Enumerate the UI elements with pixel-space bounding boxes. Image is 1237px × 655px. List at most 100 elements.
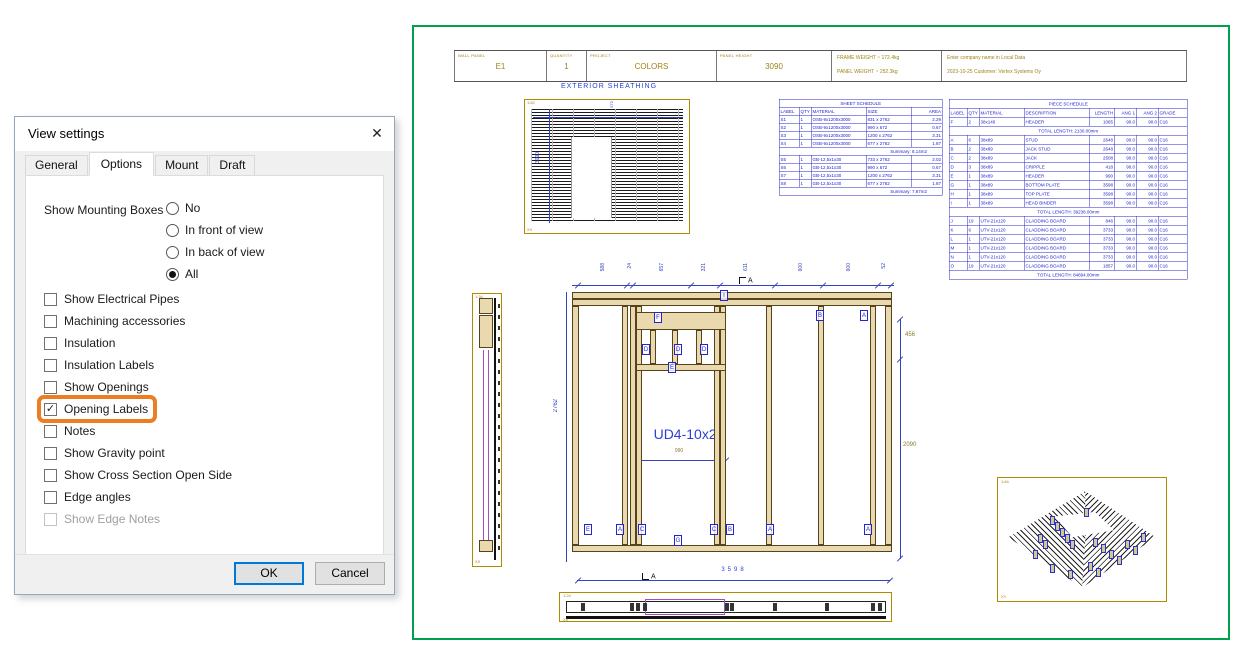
view-scale-label: 1:34: [475, 295, 483, 299]
mounting-boxes-radio-group: NoIn front of viewIn back of view All: [166, 197, 264, 285]
sheet-schedule-table: SHEET SCHEDULELABELQTYMATERIALSIZEAREAS1…: [779, 99, 943, 196]
table-cell: 19: [967, 216, 979, 225]
field-value: COLORS: [587, 62, 716, 71]
tab-options[interactable]: Options: [89, 152, 154, 176]
table-cell: HEAD BINDER: [1024, 198, 1089, 207]
table-cell: MATERIAL: [979, 108, 1024, 117]
table-row: S31OSB-9x1200x30001200 x 27623.31: [779, 131, 942, 139]
dim-line: [533, 117, 683, 118]
table-cell: 1200 x 2762: [866, 171, 911, 179]
table-cell: GB-12,5x1x30: [811, 163, 866, 171]
table-cell: 2508: [1089, 153, 1114, 162]
table-cell: S7: [779, 171, 799, 179]
table-cell: 90.0: [1114, 225, 1136, 234]
table-cell: 90.0: [1136, 117, 1158, 126]
checkbox-box[interactable]: [44, 315, 57, 328]
table-cell: 990 x 672: [866, 123, 911, 131]
checkbox-show-gravity-point[interactable]: Show Gravity point: [44, 442, 165, 464]
checkbox-box[interactable]: ✓: [44, 403, 57, 416]
title-block-cell: QUANTITY 1: [547, 51, 587, 81]
drawing-viewport[interactable]: WALL PANEL E1 QUANTITY 1 PROJECT COLORS …: [412, 25, 1230, 640]
date-customer-line: 2023-10-25 Customer: Vertex Systems Oy: [947, 69, 1041, 75]
checkbox-label: Show Openings: [64, 380, 149, 394]
tab-draft[interactable]: Draft: [209, 155, 255, 175]
table-cell: 90.0: [1114, 153, 1136, 162]
checkbox-box[interactable]: [44, 425, 57, 438]
table-cell: 38x89: [979, 144, 1024, 153]
table-cell: 90.0: [1136, 162, 1158, 171]
radio-option-in-front-of-view[interactable]: In front of view: [166, 219, 263, 241]
view-scale-label: 1:62: [527, 101, 535, 105]
radio-option-all[interactable]: All: [166, 263, 198, 285]
close-icon[interactable]: ✕: [366, 122, 388, 144]
mounting-box-marker: [1088, 562, 1093, 571]
title-block-cell: PANEL HEIGHT 3090: [717, 51, 832, 81]
table-cell: 1065: [1089, 117, 1114, 126]
radio-button[interactable]: [166, 268, 179, 281]
checkbox-show-openings[interactable]: Show Openings: [44, 376, 149, 398]
table-cell: SIZE: [866, 107, 911, 115]
table-cell: QTY: [967, 108, 979, 117]
table-row: E138x89HEADER99090.090.0C16: [949, 171, 1187, 180]
mounting-box-marker: [1043, 540, 1048, 549]
table-cell: E: [949, 171, 967, 180]
table-cell: LABEL: [779, 107, 799, 115]
checkbox-insulation-labels[interactable]: Insulation Labels: [44, 354, 154, 376]
table-cell: 19: [967, 261, 979, 270]
field-label: PANEL HEIGHT: [720, 53, 753, 58]
frame-member: [572, 292, 892, 299]
table-cell: 90.0: [1114, 243, 1136, 252]
table-cell: JACK: [1024, 153, 1089, 162]
table-cell: 90.0: [1136, 225, 1158, 234]
table-cell: 38x89: [979, 153, 1024, 162]
panel-edge-line: [494, 298, 496, 560]
frame-member: [622, 306, 628, 545]
checkbox-show-cross-section-open-side[interactable]: Show Cross Section Open Side: [44, 464, 232, 486]
radio-option-in-back-of-view[interactable]: In back of view: [166, 241, 264, 263]
table-cell: 90.0: [1114, 180, 1136, 189]
checkbox-box[interactable]: [44, 447, 57, 460]
radio-button[interactable]: [166, 246, 179, 259]
checkbox-edge-angles[interactable]: Edge angles: [44, 486, 131, 508]
table-row: J19UTV-21x120CLADDING BOARD84690.090.0C1…: [949, 216, 1187, 225]
table-row: B238x89JACK STUD264890.090.0C16: [949, 144, 1187, 153]
checkbox-box[interactable]: [44, 491, 57, 504]
tab-mount[interactable]: Mount: [155, 155, 208, 175]
left-dim-line: [566, 292, 567, 562]
checkbox-box[interactable]: [44, 381, 57, 394]
checkbox-insulation[interactable]: Insulation: [44, 332, 115, 354]
tab-general[interactable]: General: [25, 155, 88, 175]
table-cell: 38x89: [979, 162, 1024, 171]
table-cell: 2: [967, 144, 979, 153]
radio-label: All: [185, 267, 198, 281]
table-cell: C16: [1158, 153, 1187, 162]
dialog-button-strip: OK Cancel: [15, 554, 394, 594]
table-cell: C16: [1158, 261, 1187, 270]
checkbox-box[interactable]: [44, 469, 57, 482]
table-span-cell: TOTAL LENGTH: 2130.00mm: [949, 126, 1187, 135]
checkbox-opening-labels[interactable]: ✓Opening Labels: [44, 398, 148, 420]
radio-button[interactable]: [166, 202, 179, 215]
cancel-button[interactable]: Cancel: [315, 562, 385, 585]
table-row: S61GB-12,5x1x30990 x 6720.67: [779, 163, 942, 171]
radio-option-no[interactable]: No: [166, 197, 200, 219]
piece-label-marker: E: [584, 524, 592, 535]
radio-button[interactable]: [166, 224, 179, 237]
checkbox-notes[interactable]: Notes: [44, 420, 95, 442]
checkbox-box[interactable]: [44, 337, 57, 350]
ok-button[interactable]: OK: [234, 562, 304, 585]
checkbox-show-electrical-pipes[interactable]: Show Electrical Pipes: [44, 288, 179, 310]
table-cell: L: [949, 234, 967, 243]
checkbox-box[interactable]: [44, 359, 57, 372]
table-cell: CLADDING BOARD: [1024, 243, 1089, 252]
table-cell: 6: [967, 225, 979, 234]
dialog-titlebar: View settings ✕: [15, 117, 394, 151]
panel-edge-line: [566, 616, 886, 619]
table-cell: 2648: [1089, 144, 1114, 153]
checkbox-box[interactable]: [44, 293, 57, 306]
checkbox-machining-accessories[interactable]: Machining accessories: [44, 310, 185, 332]
table-cell: 1: [799, 139, 811, 147]
table-cell: C16: [1158, 198, 1187, 207]
table-cell: C16: [1158, 117, 1187, 126]
table-cell: 1: [799, 155, 811, 163]
